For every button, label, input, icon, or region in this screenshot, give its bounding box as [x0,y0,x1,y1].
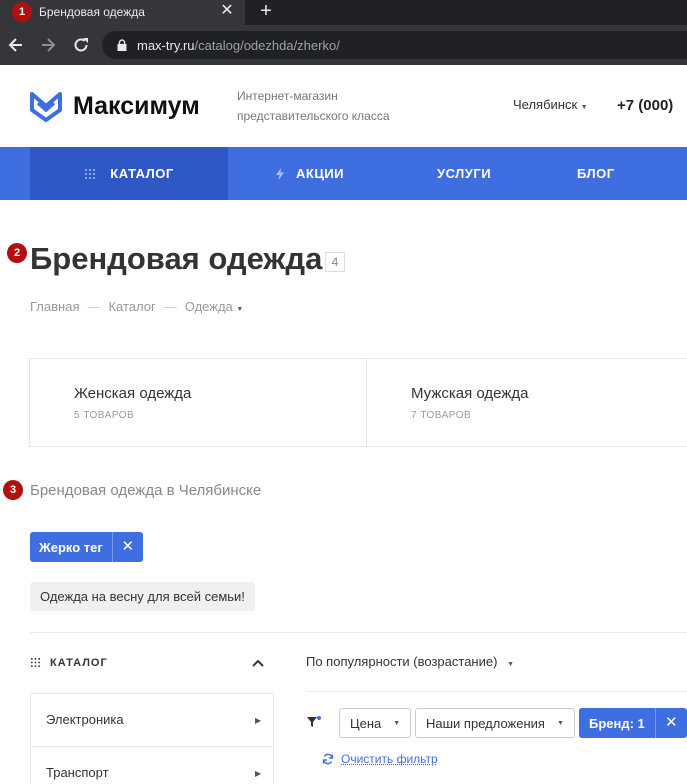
breadcrumb-home[interactable]: Главная [30,299,79,314]
logo-icon[interactable] [30,90,62,122]
city-selector[interactable]: Челябинск ▼ [513,97,588,112]
subcategory-women[interactable]: Женская одежда 5 ТОВАРОВ [30,359,366,446]
brand-filter-label[interactable]: Бренд: 1 [579,716,655,731]
brand-name[interactable]: Максимум [73,92,200,121]
grid-icon [84,168,96,180]
price-filter[interactable]: Цена ▼ [339,708,411,738]
back-icon[interactable] [6,35,26,55]
close-icon[interactable]: ✕ [655,708,687,738]
tab-title: Брендовая одежда [39,5,145,19]
tab-close-icon[interactable]: ✕ [219,3,235,19]
browser-tab[interactable]: Брендовая одежда ✕ [0,0,245,25]
reload-icon[interactable] [71,35,91,55]
annotation-badge-1: 1 [12,2,32,22]
page-title: Брендовая одежда [30,241,322,277]
close-icon[interactable]: ✕ [112,532,143,562]
tag-chip[interactable]: Одежда на весну для всей семьи! [30,582,255,611]
caret-down-icon: ▼ [507,661,514,668]
site-tagline: Интернет-магазин представительского клас… [237,86,437,126]
clear-filter-link[interactable]: Очистить фильтр [322,752,438,766]
sort-dropdown[interactable]: По популярности (возрастание) ▼ [306,654,514,669]
product-count-badge: 4 [325,252,345,272]
breadcrumb-clothing[interactable]: Одежда ▼ [185,299,244,314]
refresh-icon [322,753,334,765]
filter-icon[interactable] [306,714,322,730]
sidebar-catalog-list: Электроника ▶ Транспорт ▶ [30,693,274,784]
sidebar-item-electronics[interactable]: Электроника ▶ [31,694,273,746]
active-tag: Жерко тег ✕ [30,532,143,562]
phone-number[interactable]: +7 (000) [617,97,673,114]
browser-toolbar: max-try.ru/catalog/odezhda/zherko/ [0,25,687,65]
lock-icon [116,39,128,51]
chevron-up-icon[interactable] [252,659,264,667]
address-bar[interactable]: max-try.ru/catalog/odezhda/zherko/ [102,31,687,59]
url-text: max-try.ru/catalog/odezhda/zherko/ [137,38,340,53]
sidebar-catalog-header[interactable]: КАТАЛОГ [30,652,273,674]
menu-item-catalog[interactable]: КАТАЛОГ [30,147,228,200]
annotation-badge-2: 2 [7,243,27,263]
active-tag-label[interactable]: Жерко тег [30,540,112,555]
menu-item-services[interactable]: УСЛУГИ [437,147,491,200]
brand-filter: Бренд: 1 ✕ [579,708,687,738]
caret-down-icon: ▼ [557,720,564,727]
divider [30,632,687,633]
caret-down-icon: ▼ [236,306,243,313]
breadcrumb-catalog[interactable]: Каталог [108,299,155,314]
grid-icon [30,657,41,668]
bolt-icon [276,168,284,180]
subcategory-list: Женская одежда 5 ТОВАРОВ Мужская одежда … [29,358,687,447]
offers-filter[interactable]: Наши предложения ▼ [415,708,575,738]
annotation-badge-3: 3 [3,480,23,500]
main-menu: КАТАЛОГ АКЦИИ УСЛУГИ БЛОГ [0,147,687,200]
divider [306,691,687,692]
sidebar-item-transport[interactable]: Транспорт ▶ [31,746,273,784]
caret-down-icon: ▼ [581,104,588,111]
breadcrumb: Главная — Каталог — Одежда ▼ [30,299,243,314]
new-tab-icon[interactable]: + [256,1,276,21]
forward-icon[interactable] [38,35,58,55]
menu-item-blog[interactable]: БЛОГ [577,147,615,200]
browser-tab-bar: Брендовая одежда ✕ + [0,0,687,25]
subcategory-men[interactable]: Мужская одежда 7 ТОВАРОВ [367,359,687,446]
caret-down-icon: ▼ [393,720,400,727]
chevron-right-icon: ▶ [255,769,261,778]
menu-item-promos[interactable]: АКЦИИ [276,147,344,200]
chevron-right-icon: ▶ [255,716,261,725]
section-subtitle: Брендовая одежда в Челябинске [30,482,261,499]
